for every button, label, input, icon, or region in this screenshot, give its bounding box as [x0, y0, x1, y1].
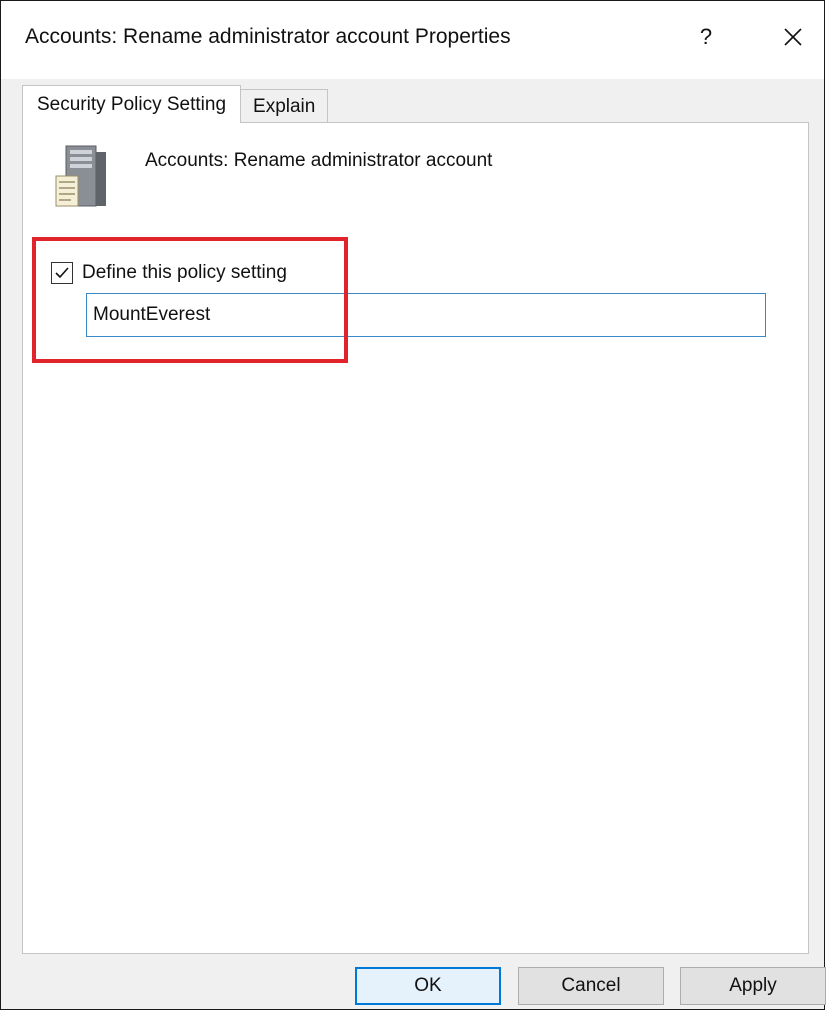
tab-security-policy-setting[interactable]: Security Policy Setting [22, 85, 242, 123]
help-icon: ? [699, 24, 713, 49]
close-icon [784, 28, 802, 46]
tab-explain[interactable]: Explain [241, 89, 329, 123]
checkmark-icon [55, 267, 69, 279]
close-button[interactable] [771, 19, 815, 55]
server-document-icon [55, 145, 106, 207]
account-name-input[interactable] [86, 293, 766, 337]
define-policy-label: Define this policy setting [82, 262, 287, 283]
cancel-button[interactable]: Cancel [518, 967, 664, 1005]
tab-strip: Security Policy Setting Explain [22, 85, 329, 123]
define-policy-checkbox[interactable] [51, 262, 73, 284]
help-button[interactable]: ? [691, 19, 721, 55]
title-bar: Accounts: Rename administrator account P… [1, 1, 824, 79]
window-title: Accounts: Rename administrator account P… [25, 25, 511, 48]
apply-button[interactable]: Apply [680, 967, 826, 1005]
policy-name: Accounts: Rename administrator account [145, 150, 493, 171]
tab-panel [22, 122, 809, 954]
ok-button[interactable]: OK [355, 967, 501, 1005]
